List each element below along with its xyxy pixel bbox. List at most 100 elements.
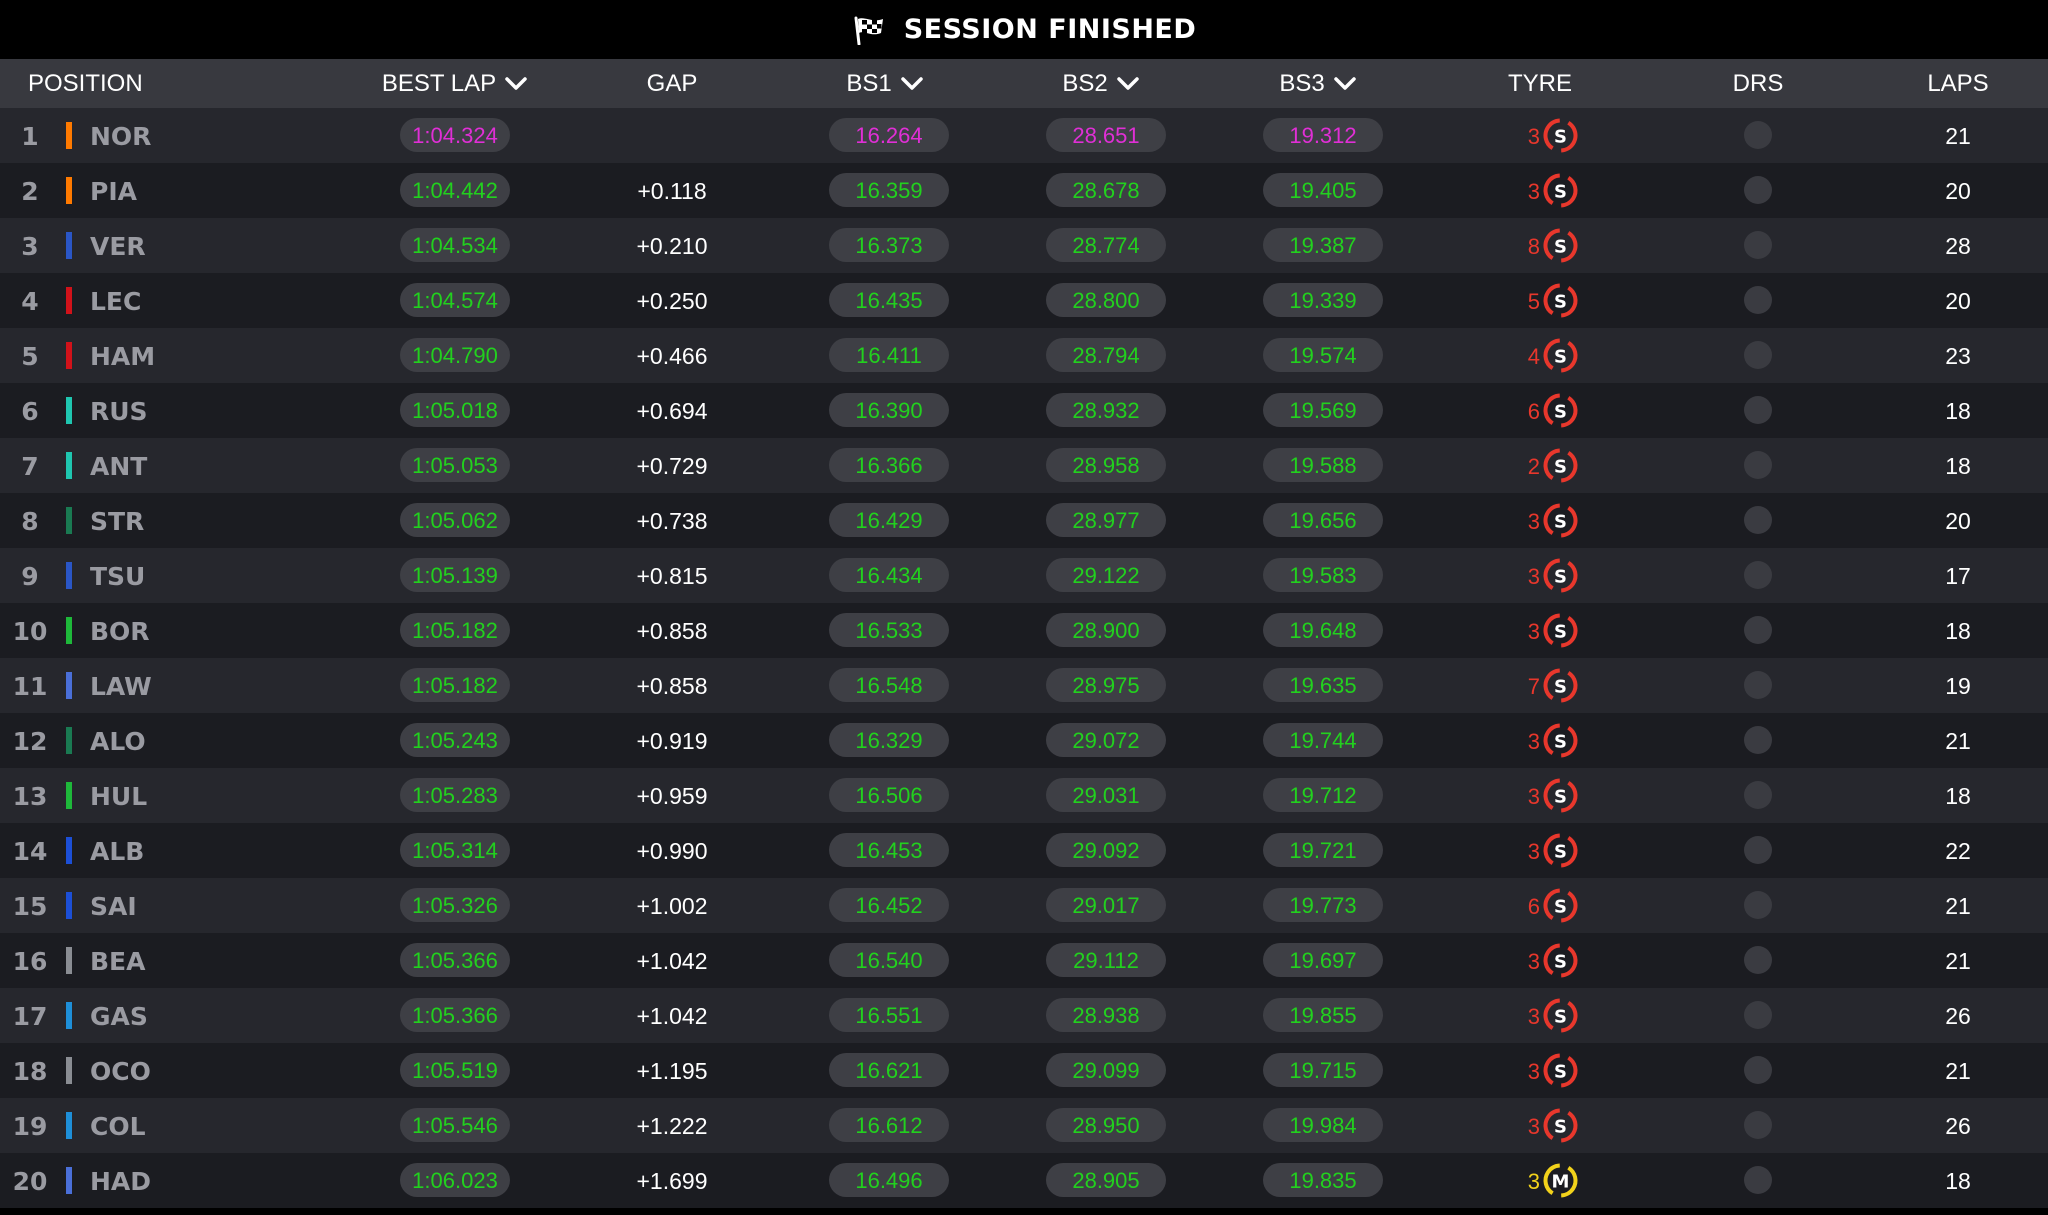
best-sector-3-time: 19.835: [1263, 1163, 1383, 1197]
position-number: 17: [12, 1002, 48, 1031]
driver-code[interactable]: COL: [90, 1098, 146, 1153]
table-row[interactable]: 20 HAD 1:06.023 +1.699 16.496 28.905 19.835 3 M 1…: [0, 1153, 2048, 1208]
gap-to-leader: +0.919: [636, 728, 708, 754]
best-sector-2-time: 28.958: [1046, 448, 1166, 482]
driver-code[interactable]: BEA: [90, 933, 145, 988]
best-sector-2-time: 28.678: [1046, 173, 1166, 207]
team-color-bar: [66, 342, 72, 369]
column-header-drs[interactable]: DRS: [1708, 59, 1808, 108]
table-row[interactable]: 15 SAI 1:05.326 +1.002 16.452 29.017 19.773 6 S 2…: [0, 878, 2048, 933]
column-header-tyre[interactable]: TYRE: [1490, 59, 1590, 108]
drs-indicator: [1744, 451, 1772, 479]
position-number: 7: [21, 452, 39, 481]
driver-code[interactable]: NOR: [90, 108, 151, 163]
table-row[interactable]: 18 OCO 1:05.519 +1.195 16.621 29.099 19.715 3 S 2…: [0, 1043, 2048, 1098]
position-number: 5: [21, 342, 39, 371]
session-status-title: SESSION FINISHED: [903, 14, 1197, 45]
drs-indicator: [1744, 946, 1772, 974]
table-row[interactable]: 17 GAS 1:05.366 +1.042 16.551 28.938 19.855 3 S 2…: [0, 988, 2048, 1043]
best-lap-time: 1:05.182: [400, 613, 510, 647]
driver-code[interactable]: ALB: [90, 823, 144, 878]
position-number: 16: [12, 947, 48, 976]
best-sector-2-time: 29.031: [1046, 778, 1166, 812]
driver-code[interactable]: SAI: [90, 878, 137, 933]
driver-code[interactable]: TSU: [90, 548, 145, 603]
soft-tyre-icon: S: [1543, 558, 1578, 593]
position-number: 4: [21, 287, 39, 316]
tyre-age: 7: [1527, 674, 1540, 699]
best-sector-3-time: 19.569: [1263, 393, 1383, 427]
driver-code[interactable]: HUL: [90, 768, 147, 823]
driver-code[interactable]: ALO: [90, 713, 146, 768]
driver-code[interactable]: OCO: [90, 1043, 151, 1098]
soft-tyre-icon: S: [1543, 998, 1578, 1033]
best-sector-1-time: 16.435: [829, 283, 949, 317]
table-row[interactable]: 11 LAW 1:05.182 +0.858 16.548 28.975 19.635 7 S 1…: [0, 658, 2048, 713]
table-row[interactable]: 6 RUS 1:05.018 +0.694 16.390 28.932 19.569 6 S 18: [0, 383, 2048, 438]
table-row[interactable]: 7 ANT 1:05.053 +0.729 16.366 28.958 19.588 2 S 18: [0, 438, 2048, 493]
best-lap-time: 1:05.018: [400, 393, 510, 427]
position-number: 2: [21, 177, 39, 206]
drs-indicator: [1744, 891, 1772, 919]
best-sector-1-time: 16.453: [829, 833, 949, 867]
driver-code[interactable]: LEC: [90, 273, 141, 328]
driver-code[interactable]: VER: [90, 218, 146, 273]
tyre-compound-letter: S: [1554, 1007, 1567, 1028]
driver-code[interactable]: ANT: [90, 438, 147, 493]
driver-code[interactable]: PIA: [90, 163, 137, 218]
table-row[interactable]: 16 BEA 1:05.366 +1.042 16.540 29.112 19.697 3 S 2…: [0, 933, 2048, 988]
column-header-best-lap[interactable]: BEST LAP: [370, 59, 540, 108]
team-color-bar: [66, 892, 72, 919]
best-lap-time: 1:05.243: [400, 723, 510, 757]
driver-code[interactable]: STR: [90, 493, 144, 548]
table-row[interactable]: 8 STR 1:05.062 +0.738 16.429 28.977 19.656 3 S 20: [0, 493, 2048, 548]
best-lap-time: 1:05.062: [400, 503, 510, 537]
column-header-gap[interactable]: GAP: [620, 59, 724, 108]
table-row[interactable]: 12 ALO 1:05.243 +0.919 16.329 29.072 19.744 3 S 2…: [0, 713, 2048, 768]
tyre-compound-letter: S: [1554, 732, 1567, 753]
table-row[interactable]: 4 LEC 1:04.574 +0.250 16.435 28.800 19.339 5 S 20: [0, 273, 2048, 328]
driver-code[interactable]: GAS: [90, 988, 148, 1043]
best-sector-3-time: 19.574: [1263, 338, 1383, 372]
driver-code[interactable]: LAW: [90, 658, 152, 713]
column-header-bs2[interactable]: BS2: [1026, 59, 1176, 108]
gap-to-leader: +0.990: [636, 838, 708, 864]
table-row[interactable]: 10 BOR 1:05.182 +0.858 16.533 28.900 19.648 3 S 1…: [0, 603, 2048, 658]
table-row[interactable]: 1 NOR 1:04.324 16.264 28.651 19.312 3 S 21: [0, 108, 2048, 163]
team-color-bar: [66, 122, 72, 149]
laps-count: 21: [1945, 948, 1971, 974]
driver-code[interactable]: HAM: [90, 328, 155, 383]
drs-indicator: [1744, 671, 1772, 699]
best-sector-2-time: 29.072: [1046, 723, 1166, 757]
column-header-bs1-label: BS1: [846, 70, 892, 97]
team-color-bar: [66, 287, 72, 314]
column-header-bs3[interactable]: BS3: [1243, 59, 1393, 108]
table-row[interactable]: 13 HUL 1:05.283 +0.959 16.506 29.031 19.712 3 S 1…: [0, 768, 2048, 823]
driver-code[interactable]: HAD: [90, 1153, 151, 1208]
table-row[interactable]: 9 TSU 1:05.139 +0.815 16.434 29.122 19.583 3 S 17: [0, 548, 2048, 603]
chevron-down-icon: [505, 76, 527, 90]
laps-count: 18: [1945, 453, 1971, 479]
best-sector-3-time: 19.583: [1263, 558, 1383, 592]
driver-code[interactable]: BOR: [90, 603, 150, 658]
table-row[interactable]: 14 ALB 1:05.314 +0.990 16.453 29.092 19.721 3 S 2…: [0, 823, 2048, 878]
table-row[interactable]: 19 COL 1:05.546 +1.222 16.612 28.950 19.984 3 S 2…: [0, 1098, 2048, 1153]
table-row[interactable]: 2 PIA 1:04.442 +0.118 16.359 28.678 19.405 3 S 20: [0, 163, 2048, 218]
column-header-laps[interactable]: LAPS: [1908, 59, 2008, 108]
best-sector-2-time: 29.017: [1046, 888, 1166, 922]
tyre-age: 3: [1527, 839, 1540, 864]
team-color-bar: [66, 1002, 72, 1029]
best-sector-3-time: 19.984: [1263, 1108, 1383, 1142]
drs-indicator: [1744, 781, 1772, 809]
column-header-position[interactable]: POSITION: [28, 59, 143, 108]
tyre-compound-letter: S: [1554, 842, 1567, 863]
driver-code[interactable]: RUS: [90, 383, 148, 438]
table-row[interactable]: 5 HAM 1:04.790 +0.466 16.411 28.794 19.574 4 S 23: [0, 328, 2048, 383]
tyre-age: 8: [1527, 234, 1540, 259]
table-row[interactable]: 3 VER 1:04.534 +0.210 16.373 28.774 19.387 8 S 28: [0, 218, 2048, 273]
column-header-position-label: POSITION: [28, 70, 143, 97]
laps-count: 21: [1945, 123, 1971, 149]
best-sector-1-time: 16.366: [829, 448, 949, 482]
best-lap-time: 1:06.023: [400, 1163, 510, 1197]
column-header-bs1[interactable]: BS1: [810, 59, 960, 108]
